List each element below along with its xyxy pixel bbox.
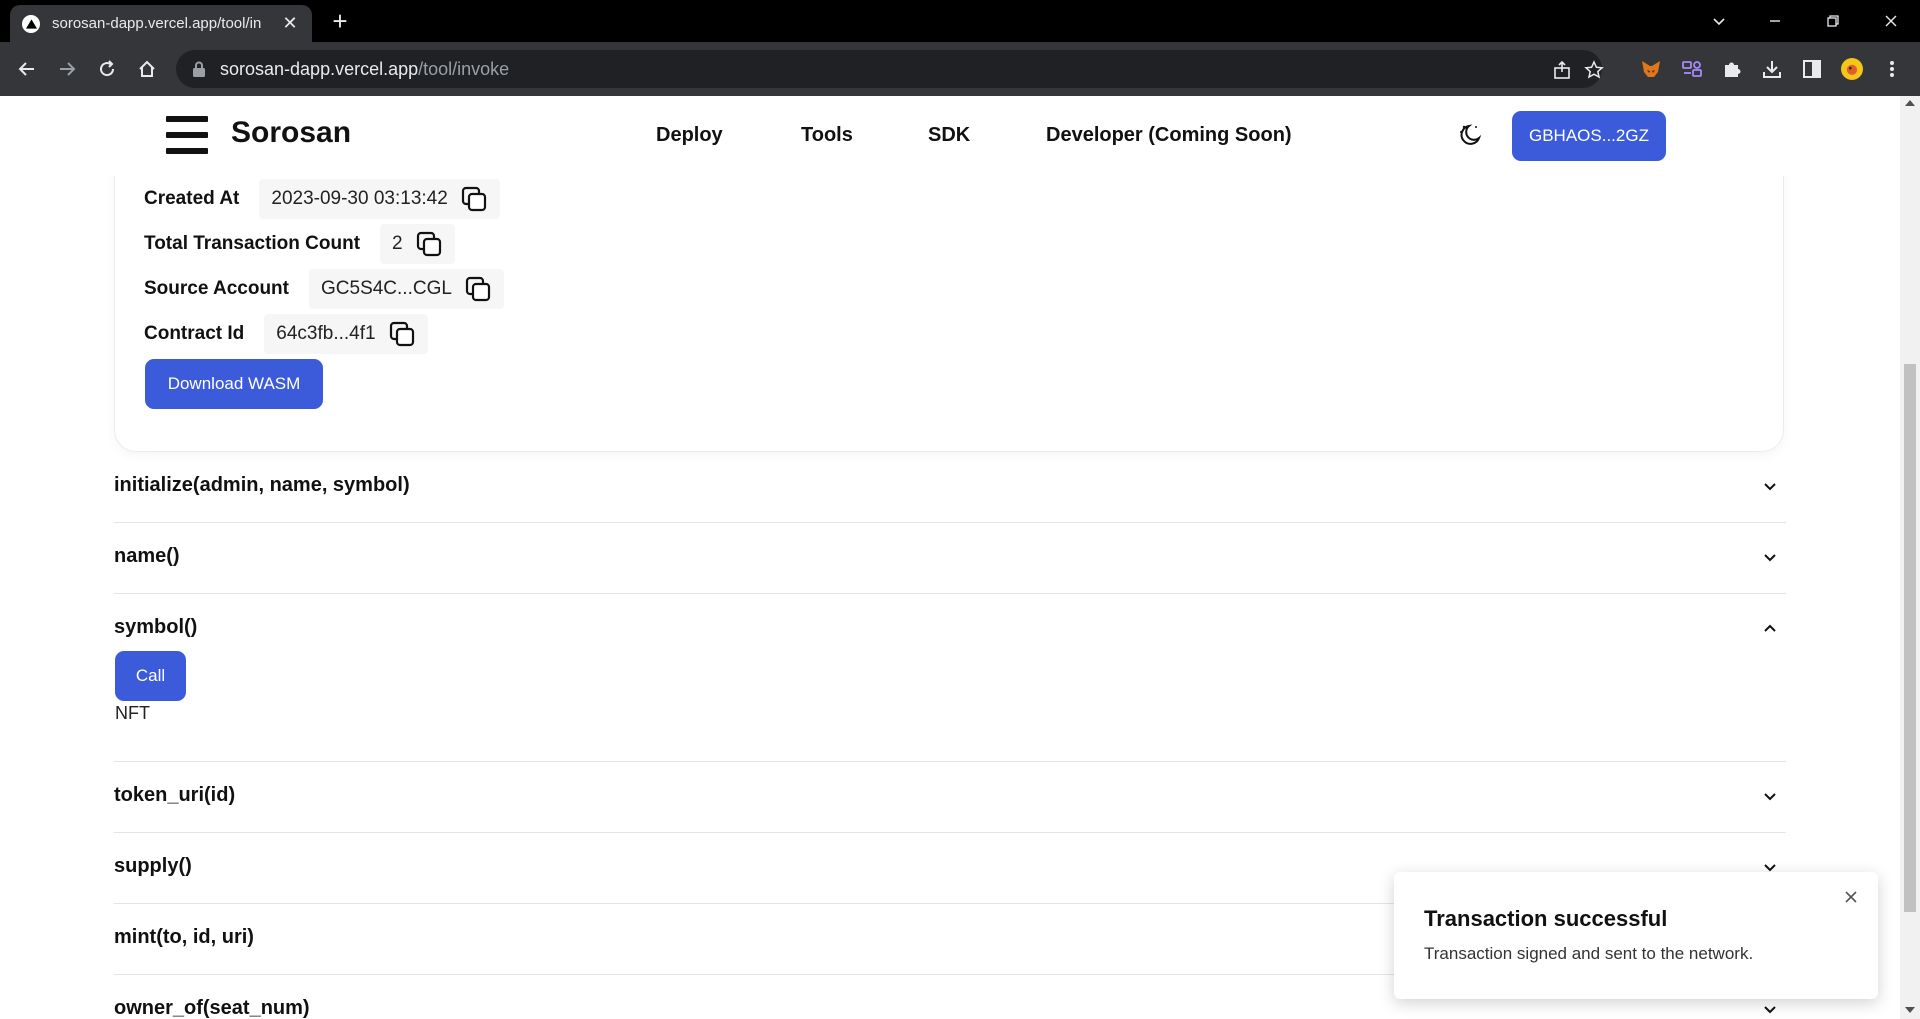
chevron-down-icon[interactable] <box>1762 788 1778 804</box>
chevron-down-icon[interactable] <box>1762 478 1778 494</box>
call-button[interactable]: Call <box>115 651 186 701</box>
browser-tabbar: sorosan-dapp.vercel.app/tool/in ✕ + <box>0 0 1920 42</box>
nav-deploy[interactable]: Deploy <box>656 124 723 147</box>
copy-icon[interactable] <box>460 185 488 213</box>
function-row-name[interactable]: name() <box>114 523 1786 594</box>
page-scrollbar[interactable] <box>1900 96 1920 1019</box>
function-name: mint(to, id, uri) <box>114 926 254 948</box>
toast-notification: Transaction successful Transaction signe… <box>1394 872 1878 999</box>
info-value-text: 2 <box>392 233 403 254</box>
scrollbar-thumb[interactable] <box>1904 364 1916 912</box>
close-window-icon[interactable] <box>1866 0 1916 42</box>
tab-title: sorosan-dapp.vercel.app/tool/in <box>52 15 262 32</box>
moon-theme-toggle-icon[interactable] <box>1456 121 1484 149</box>
copy-icon[interactable] <box>415 230 443 258</box>
function-name: initialize(admin, name, symbol) <box>114 474 410 496</box>
wallet-address-button[interactable]: GBHAOS...2GZ <box>1512 111 1666 161</box>
info-row-transaction-count: Total Transaction Count 2 <box>144 224 455 264</box>
function-row-initialize[interactable]: initialize(admin, name, symbol) <box>114 452 1786 523</box>
profile-avatar[interactable] <box>1841 58 1863 80</box>
info-label: Contract Id <box>144 323 245 344</box>
info-value-text: 2023-09-30 03:13:42 <box>271 188 448 209</box>
info-row-created-at: Created At 2023-09-30 03:13:42 <box>144 179 500 219</box>
home-icon[interactable] <box>132 54 162 84</box>
info-row-source-account: Source Account GC5S4C...CGL <box>144 269 504 309</box>
info-value-text: 64c3fb...4f1 <box>276 323 376 344</box>
site-logo-text[interactable]: Sorosan <box>231 116 351 150</box>
download-wasm-button[interactable]: Download WASM <box>145 359 323 409</box>
function-name: symbol() <box>114 616 198 638</box>
nav-sdk[interactable]: SDK <box>928 124 970 147</box>
url-host: sorosan-dapp.vercel.app <box>220 58 419 79</box>
vercel-favicon-icon <box>22 14 40 33</box>
new-tab-button[interactable]: + <box>326 8 354 36</box>
function-name: name() <box>114 545 180 567</box>
extension-icon[interactable] <box>1681 58 1703 80</box>
reload-icon[interactable] <box>92 54 122 84</box>
page-viewport: Created At 2023-09-30 03:13:42 Total Tra… <box>0 96 1900 1019</box>
info-value: 2 <box>380 224 455 264</box>
toast-title: Transaction successful <box>1424 906 1668 931</box>
url-path: /tool/invoke <box>418 58 510 79</box>
info-row-contract-id: Contract Id 64c3fb...4f1 <box>144 314 428 354</box>
function-row-token-uri[interactable]: token_uri(id) <box>114 762 1786 833</box>
star-icon[interactable] <box>1584 60 1604 80</box>
nav-tools[interactable]: Tools <box>801 124 853 147</box>
puzzle-icon[interactable] <box>1721 58 1743 80</box>
sidepanel-icon[interactable] <box>1801 58 1823 80</box>
function-name: token_uri(id) <box>114 784 236 806</box>
info-label: Total Transaction Count <box>144 233 361 254</box>
restore-icon[interactable] <box>1808 0 1858 42</box>
chevron-up-icon[interactable] <box>1762 620 1778 636</box>
toast-message: Transaction signed and sent to the netwo… <box>1424 944 1754 963</box>
download-icon[interactable] <box>1761 58 1783 80</box>
tab-search-chevron-icon[interactable] <box>1694 0 1744 42</box>
function-name: supply() <box>114 855 192 877</box>
tab-close-icon[interactable]: ✕ <box>280 13 300 34</box>
forward-arrow-icon[interactable] <box>52 54 82 84</box>
function-row-symbol[interactable]: symbol() <box>114 594 1786 762</box>
kebab-menu-icon[interactable] <box>1881 58 1903 80</box>
close-icon[interactable] <box>1842 888 1860 906</box>
scroll-up-arrow-icon[interactable] <box>1905 100 1915 106</box>
scroll-down-arrow-icon[interactable] <box>1905 1007 1915 1013</box>
address-bar[interactable]: sorosan-dapp.vercel.app/tool/invoke <box>176 50 1604 88</box>
chevron-down-icon[interactable] <box>1762 549 1778 565</box>
share-icon[interactable] <box>1552 60 1572 80</box>
back-arrow-icon[interactable] <box>12 54 42 84</box>
info-value: GC5S4C...CGL <box>309 269 504 309</box>
browser-tab-active[interactable]: sorosan-dapp.vercel.app/tool/in ✕ <box>10 5 312 42</box>
metamask-icon[interactable] <box>1640 58 1662 80</box>
nav-developer[interactable]: Developer (Coming Soon) <box>1046 124 1292 147</box>
info-value: 2023-09-30 03:13:42 <box>259 179 500 219</box>
info-value: 64c3fb...4f1 <box>264 314 428 354</box>
info-label: Created At <box>144 188 240 209</box>
info-value-text: GC5S4C...CGL <box>321 278 452 299</box>
minimize-icon[interactable] <box>1750 0 1800 42</box>
chevron-down-icon[interactable] <box>1762 1001 1778 1017</box>
info-label: Source Account <box>144 278 289 299</box>
lock-icon[interactable] <box>192 61 206 77</box>
browser-toolbar: sorosan-dapp.vercel.app/tool/invoke <box>0 42 1920 96</box>
copy-icon[interactable] <box>464 275 492 303</box>
copy-icon[interactable] <box>388 320 416 348</box>
call-result: NFT <box>115 703 150 723</box>
function-name: owner_of(seat_num) <box>114 997 310 1019</box>
site-header: Sorosan Deploy Tools SDK Developer (Comi… <box>0 96 1900 176</box>
menu-logo-icon[interactable] <box>166 116 208 154</box>
